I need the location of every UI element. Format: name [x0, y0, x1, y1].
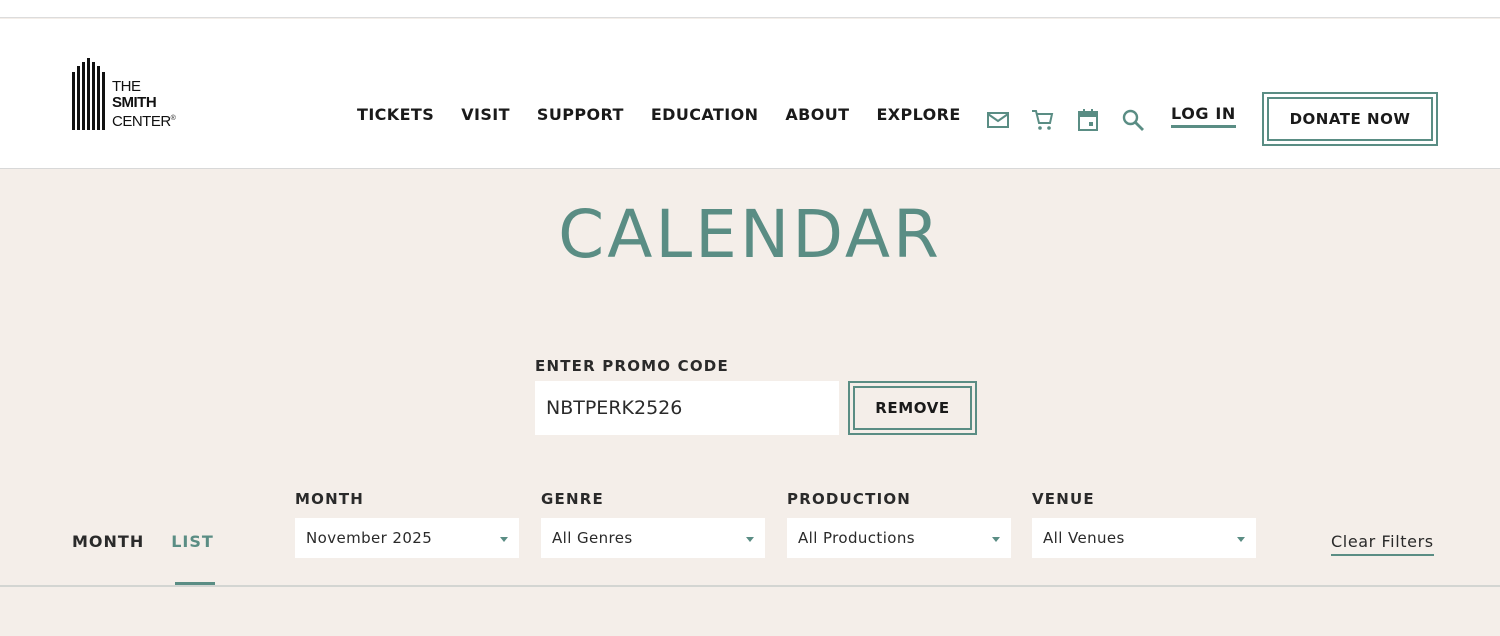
- logo-bars-icon: [72, 58, 105, 130]
- calendar-icon[interactable]: [1075, 107, 1101, 133]
- main-nav: TICKETS VISIT SUPPORT EDUCATION ABOUT EX…: [357, 105, 961, 124]
- logo-line-1: THE: [112, 78, 141, 95]
- chevron-down-icon: [992, 537, 1000, 542]
- nav-item-explore[interactable]: EXPLORE: [876, 105, 960, 124]
- genre-select-value: All Genres: [552, 529, 633, 547]
- venue-select-value: All Venues: [1043, 529, 1125, 547]
- search-icon[interactable]: [1120, 107, 1146, 133]
- filter-production-label: PRODUCTION: [787, 490, 912, 508]
- promo-code-label: ENTER PROMO CODE: [535, 357, 729, 375]
- production-select-value: All Productions: [798, 529, 915, 547]
- logo-line-3: CENTER: [112, 113, 171, 130]
- month-select[interactable]: November 2025: [295, 518, 519, 558]
- nav-item-visit[interactable]: VISIT: [461, 105, 510, 124]
- browser-top-strip: [0, 0, 1500, 18]
- nav-item-about[interactable]: ABOUT: [785, 105, 849, 124]
- mail-icon[interactable]: [985, 107, 1011, 133]
- chevron-down-icon: [1237, 537, 1245, 542]
- genre-select[interactable]: All Genres: [541, 518, 765, 558]
- clear-filters-link[interactable]: Clear Filters: [1331, 532, 1434, 556]
- divider: [0, 585, 1500, 587]
- chevron-down-icon: [746, 537, 754, 542]
- filter-venue-label: VENUE: [1032, 490, 1095, 508]
- nav-item-tickets[interactable]: TICKETS: [357, 105, 434, 124]
- log-in-link[interactable]: LOG IN: [1171, 104, 1236, 128]
- view-month-tab[interactable]: MONTH: [72, 532, 144, 551]
- logo-line-2: SMITH: [112, 94, 157, 111]
- cart-icon[interactable]: [1030, 107, 1056, 133]
- filter-genre-label: GENRE: [541, 490, 604, 508]
- filter-production: PRODUCTION All Productions: [787, 490, 1011, 558]
- nav-item-support[interactable]: SUPPORT: [537, 105, 624, 124]
- filter-month-label: MONTH: [295, 490, 365, 508]
- donate-now-label: DONATE NOW: [1267, 97, 1433, 141]
- month-select-value: November 2025: [306, 529, 433, 547]
- nav-item-education[interactable]: EDUCATION: [651, 105, 759, 124]
- view-list-tab[interactable]: LIST: [171, 532, 214, 551]
- filter-venue: VENUE All Venues: [1032, 490, 1256, 558]
- remove-promo-label: REMOVE: [853, 386, 972, 430]
- page-title: CALENDAR: [558, 196, 942, 273]
- chevron-down-icon: [500, 537, 508, 542]
- header-icon-group: [985, 107, 1146, 133]
- logo-registered-mark: ®: [170, 115, 176, 122]
- promo-code-input[interactable]: [535, 381, 839, 435]
- remove-promo-button[interactable]: REMOVE: [848, 381, 977, 435]
- donate-now-button[interactable]: DONATE NOW: [1262, 92, 1438, 146]
- filter-genre: GENRE All Genres: [541, 490, 765, 558]
- venue-select[interactable]: All Venues: [1032, 518, 1256, 558]
- production-select[interactable]: All Productions: [787, 518, 1011, 558]
- view-toggle: MONTH LIST: [72, 532, 241, 551]
- smith-center-logo[interactable]: THE SMITH CENTER®: [72, 56, 192, 130]
- filter-month: MONTH November 2025: [295, 490, 519, 558]
- site-header: THE SMITH CENTER® TICKETS VISIT SUPPORT …: [0, 19, 1500, 169]
- logo-wordmark: THE SMITH CENTER®: [112, 78, 176, 130]
